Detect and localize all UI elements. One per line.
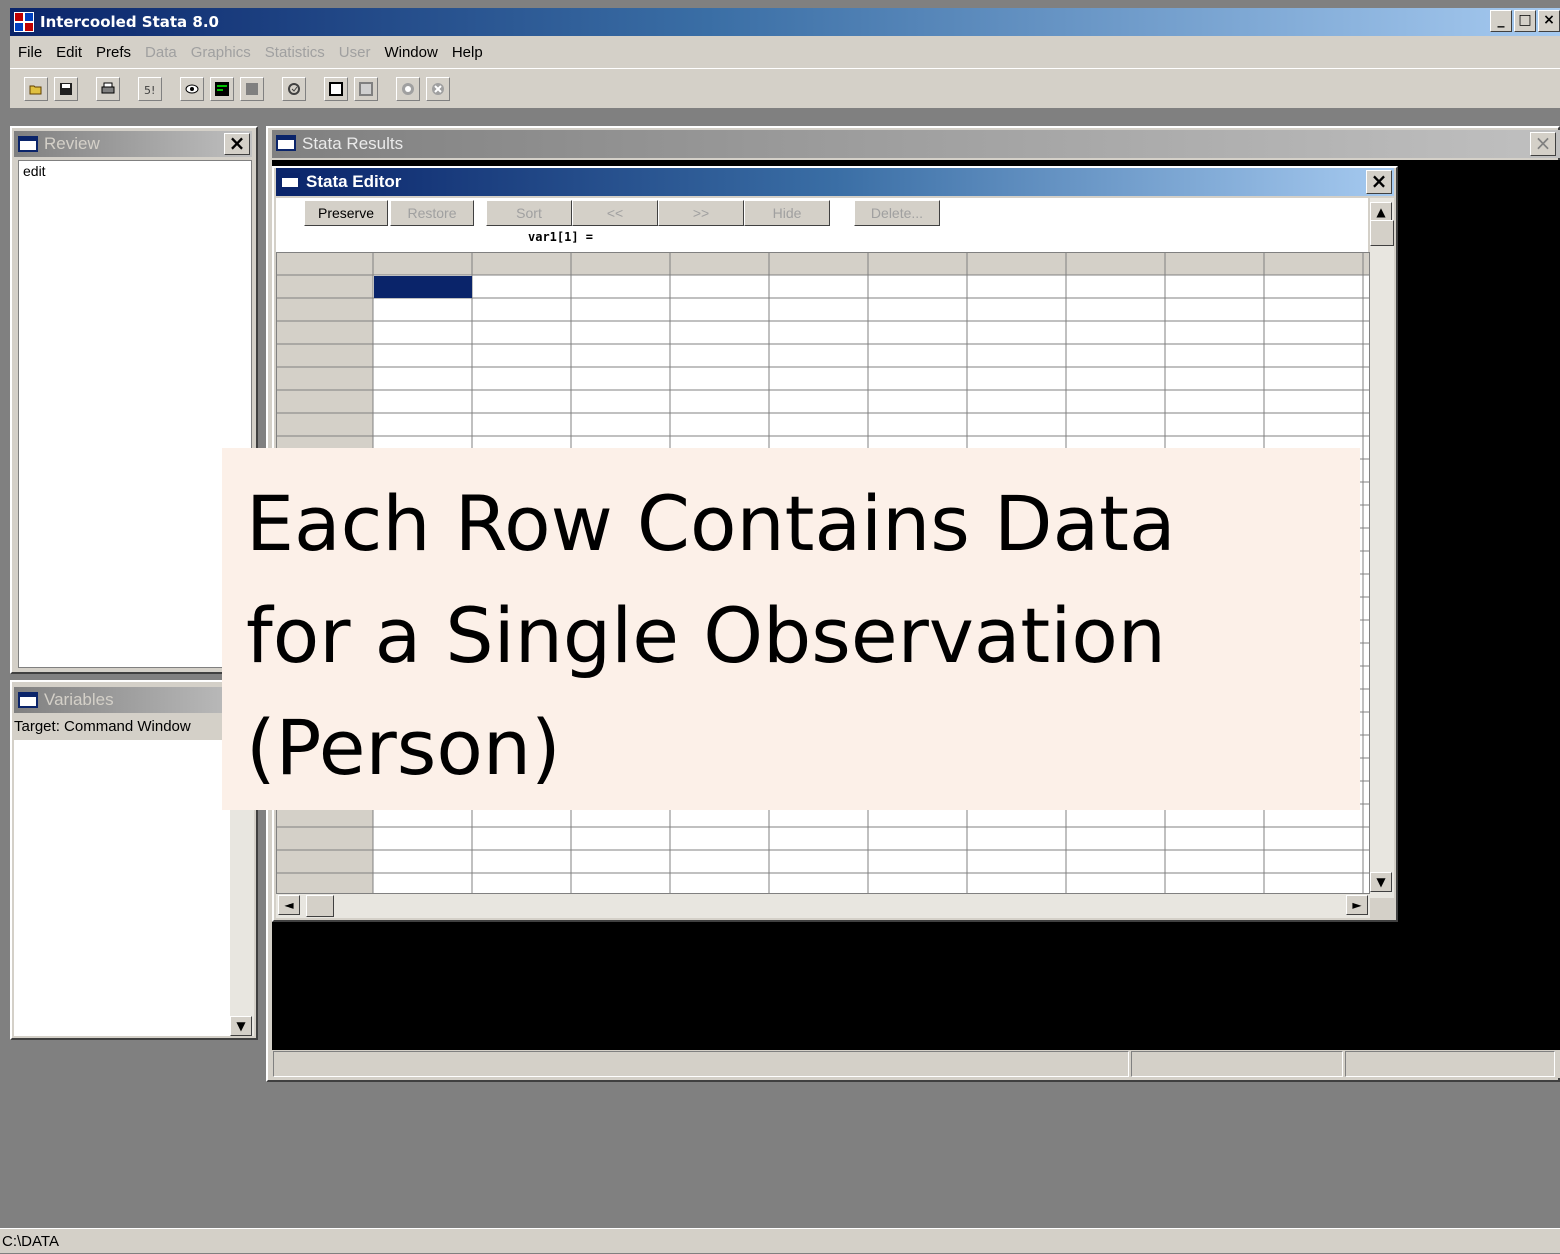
scroll-down-icon[interactable]: ▼ [230, 1016, 252, 1036]
status-cell [273, 1051, 1129, 1077]
close-button[interactable]: × [1538, 10, 1560, 32]
clear-more-icon[interactable] [396, 76, 420, 101]
scroll-right-icon[interactable]: ► [1346, 895, 1368, 915]
review-item[interactable]: edit [23, 163, 247, 179]
data-browser-icon[interactable] [354, 76, 378, 101]
delete-button[interactable]: Delete... [854, 200, 940, 226]
menu-user[interactable]: User [339, 44, 371, 61]
data-editor-icon[interactable] [324, 76, 348, 101]
window-controls: _ □ × [1490, 10, 1560, 34]
minimize-button[interactable]: _ [1490, 10, 1512, 32]
review-title: Review [44, 134, 100, 153]
results-status-bar [272, 1050, 1560, 1078]
scroll-up-icon[interactable]: ▲ [1370, 202, 1392, 222]
menu-help[interactable]: Help [452, 44, 483, 61]
editor-vertical-scrollbar[interactable]: ▲ ▼ [1370, 198, 1394, 898]
status-cell [1345, 1051, 1555, 1077]
working-directory: C:\DATA [2, 1233, 59, 1250]
next-button[interactable]: >> [658, 200, 744, 226]
status-cell [1131, 1051, 1343, 1077]
app-title: Intercooled Stata 8.0 [40, 13, 219, 31]
variables-list[interactable] [14, 740, 230, 1036]
save-icon[interactable] [54, 76, 78, 101]
preserve-button[interactable]: Preserve [304, 200, 388, 226]
review-list: edit [18, 160, 252, 668]
window-icon [280, 173, 300, 189]
mdi-background [10, 108, 1560, 126]
vertical-scroll-thumb[interactable] [1370, 220, 1394, 246]
window-icon [276, 135, 296, 151]
annotation-line-2: for a Single Observation [246, 591, 1166, 680]
viewer-icon[interactable] [180, 76, 204, 101]
scroll-left-icon[interactable]: ◄ [278, 895, 300, 915]
results-title: Stata Results [302, 134, 404, 153]
menu-window[interactable]: Window [384, 44, 437, 61]
menu-statistics[interactable]: Statistics [265, 44, 325, 61]
variables-target-label: Target: Command Window [14, 718, 191, 735]
hide-button[interactable]: Hide [744, 200, 830, 226]
results-close-button[interactable]: × [1530, 132, 1556, 156]
menu-prefs[interactable]: Prefs [96, 44, 131, 61]
graph-icon[interactable] [240, 76, 264, 101]
selected-cell[interactable] [374, 276, 472, 298]
app-title-bar[interactable]: Intercooled Stata 8.0 [10, 8, 1560, 36]
menu-graphics[interactable]: Graphics [191, 44, 251, 61]
results-icon[interactable] [210, 76, 234, 101]
editor-title: Stata Editor [306, 172, 402, 191]
restore-button[interactable]: Restore [390, 200, 474, 226]
log-icon[interactable]: 5! [138, 76, 162, 101]
column-header-row [277, 253, 1369, 275]
window-icon [18, 136, 38, 152]
editor-horizontal-scrollbar[interactable]: ◄ ► [276, 894, 1370, 918]
break-icon[interactable] [426, 76, 450, 101]
scroll-down-icon[interactable]: ▼ [1370, 872, 1392, 892]
menu-edit[interactable]: Edit [56, 44, 82, 61]
current-cell-label: var1[1] = [528, 230, 594, 244]
open-icon[interactable] [24, 76, 48, 101]
svg-text:5!: 5! [144, 84, 155, 96]
maximize-button[interactable]: □ [1514, 10, 1536, 32]
sort-button[interactable]: Sort [486, 200, 572, 226]
window-icon [18, 692, 38, 708]
annotation-line-3: (Person) [246, 703, 561, 792]
menu-data[interactable]: Data [145, 44, 177, 61]
menu-file[interactable]: File [18, 44, 42, 61]
status-bar: C:\DATA [0, 1228, 1560, 1253]
results-title-bar[interactable]: Stata Results [272, 130, 1560, 158]
editor-close-button[interactable]: × [1366, 170, 1392, 194]
print-icon[interactable] [96, 76, 120, 101]
do-file-editor-icon[interactable] [282, 76, 306, 101]
review-close-button[interactable]: × [224, 133, 250, 155]
horizontal-scroll-thumb[interactable] [306, 895, 334, 917]
stata-app-icon[interactable] [14, 12, 34, 32]
menu-bar: File Edit Prefs Data Graphics Statistics… [10, 36, 1560, 68]
annotation-line-1: Each Row Contains Data [246, 479, 1176, 568]
variables-title-bar[interactable]: Variables [14, 687, 252, 713]
annotation-callout: Each Row Contains Data for a Single Obse… [222, 448, 1360, 810]
variables-title: Variables [44, 690, 114, 709]
review-title-bar[interactable]: Review [14, 131, 252, 157]
toolbar: 5! [10, 68, 1560, 108]
annotation-text: Each Row Contains Data for a Single Obse… [246, 468, 1360, 804]
previous-button[interactable]: << [572, 200, 658, 226]
editor-title-bar[interactable]: Stata Editor [276, 168, 1394, 196]
